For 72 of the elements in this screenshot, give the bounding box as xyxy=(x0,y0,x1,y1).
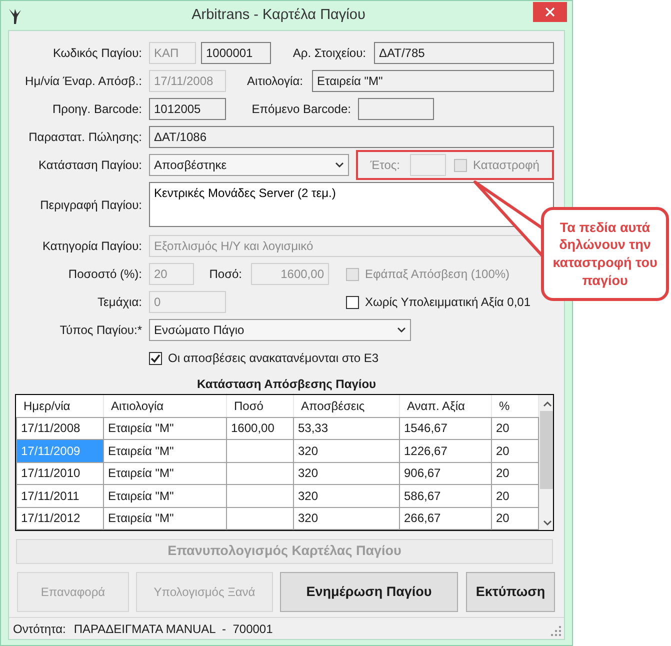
column-header[interactable]: Ημερ/νία xyxy=(16,395,104,417)
caret-icon xyxy=(335,162,344,168)
button[interactable]: Εκτύπωση xyxy=(466,572,555,612)
table-cell: Εταιρεία "Μ" xyxy=(104,507,226,530)
table-cell: 1226,67 xyxy=(400,440,492,462)
checkbox-label: Χωρίς Υπολειμματική Αξία 0,01 xyxy=(365,294,531,311)
table-cell: 1600,00 xyxy=(226,417,294,440)
table-cell: 17/11/2010 xyxy=(16,462,104,484)
column-header[interactable]: Αποσβέσεις xyxy=(294,395,400,417)
field-label: Τεμάχια: xyxy=(96,294,142,311)
table-cell: Εταιρεία "Μ" xyxy=(104,484,226,507)
field-label: Περιγραφή Παγίου: xyxy=(39,196,142,214)
scroll-up-icon xyxy=(543,401,552,407)
dropdown[interactable]: Ενσώματο Πάγιο xyxy=(149,319,411,341)
column-header[interactable]: Αναπ. Αξία xyxy=(400,395,492,417)
checkbox-label: Εφάπαξ Απόσβεση (100%) xyxy=(365,266,510,283)
scroll-thumb[interactable] xyxy=(540,411,553,489)
field-label: Επόμενο Barcode: xyxy=(250,101,351,118)
caret-icon xyxy=(397,327,406,333)
field-label: Παραστατ. Πώλησης: xyxy=(28,129,142,146)
checkbox[interactable] xyxy=(149,352,162,364)
field-label: Κατηγορία Παγίου: xyxy=(42,238,142,255)
close-button[interactable] xyxy=(533,2,567,22)
scrollbar[interactable] xyxy=(539,395,553,530)
table-cell: Εταιρεία "Μ" xyxy=(104,440,226,462)
callout-text: Τα πεδία αυτά δηλώνουν την καταστροφή του παγίου xyxy=(552,218,658,290)
table-cell: 266,67 xyxy=(400,507,492,530)
window-title: Arbitrans - Καρτέλα Παγίου xyxy=(190,6,366,25)
status-text: ΠΑΡΑΔΕΙΓΜΑΤΑ MANUAL - 700001 xyxy=(74,620,273,638)
dropdown[interactable]: Αποσβέστηκε xyxy=(149,154,349,176)
table-cell: Εταιρεία "Μ" xyxy=(104,417,226,440)
checkbox-label: Καταστροφή xyxy=(473,157,540,174)
field-label: Αρ. Στοιχείου: xyxy=(292,45,366,62)
table-cell: 17/11/2012 xyxy=(16,507,104,530)
field-label: Έτος: xyxy=(369,157,400,174)
table-cell: 17/11/2009 xyxy=(16,440,104,462)
table-cell: 320 xyxy=(294,462,400,484)
text-field[interactable]: ΔΑΤ/785 xyxy=(374,42,554,64)
text-field[interactable]: ΔΑΤ/1086 xyxy=(149,126,554,148)
table-cell: 17/11/2011 xyxy=(16,484,104,507)
text-field[interactable]: Εταιρεία "Μ" xyxy=(312,70,554,92)
scroll-down-icon xyxy=(543,520,552,526)
column-header[interactable]: % xyxy=(492,395,538,417)
field-label: Κωδικός Παγίου: xyxy=(52,45,142,62)
table-cell: 1546,67 xyxy=(400,417,492,440)
table-cell: 53,33 xyxy=(294,417,400,440)
column-header[interactable]: Αιτιολογία xyxy=(104,395,226,417)
checkbox[interactable] xyxy=(346,296,359,308)
table-cell: 320 xyxy=(294,440,400,462)
checkbox-label: Οι αποσβέσεις ανακατανέμονται στο Ε3 xyxy=(168,350,379,367)
field-label: Κατάσταση Παγίου: xyxy=(38,157,142,174)
table-cell: 586,67 xyxy=(400,484,492,507)
field-label: Ποσό: xyxy=(208,266,242,283)
field-label: Προηγ. Barcode: xyxy=(51,101,142,118)
table-cell: 320 xyxy=(294,507,400,530)
resize-grip-icon xyxy=(551,626,561,636)
close-icon xyxy=(545,7,555,17)
field-label: Αιτιολογία: xyxy=(246,73,303,90)
logo-icon xyxy=(7,6,23,24)
status-label: Οντότητα: xyxy=(13,620,66,638)
text-field[interactable]: 1012005 xyxy=(149,98,226,120)
table-cell: Εταιρεία "Μ" xyxy=(104,462,226,484)
table-cell: 320 xyxy=(294,484,400,507)
field-label: Ποσοστό (%): xyxy=(67,266,142,283)
text-field[interactable] xyxy=(358,98,434,120)
text-field[interactable]: 1000001 xyxy=(201,42,271,64)
table-cell: 906,67 xyxy=(400,462,492,484)
field-label: Τύπος Παγίου:* xyxy=(58,322,142,339)
column-header[interactable]: Ποσό xyxy=(226,395,294,417)
table-title: Κατάσταση Απόσβεσης Παγίου xyxy=(196,376,378,393)
button[interactable]: Ενημέρωση Παγίου xyxy=(280,572,458,612)
field-label: Ημ/νία Έναρ. Απόσβ.: xyxy=(24,73,142,90)
